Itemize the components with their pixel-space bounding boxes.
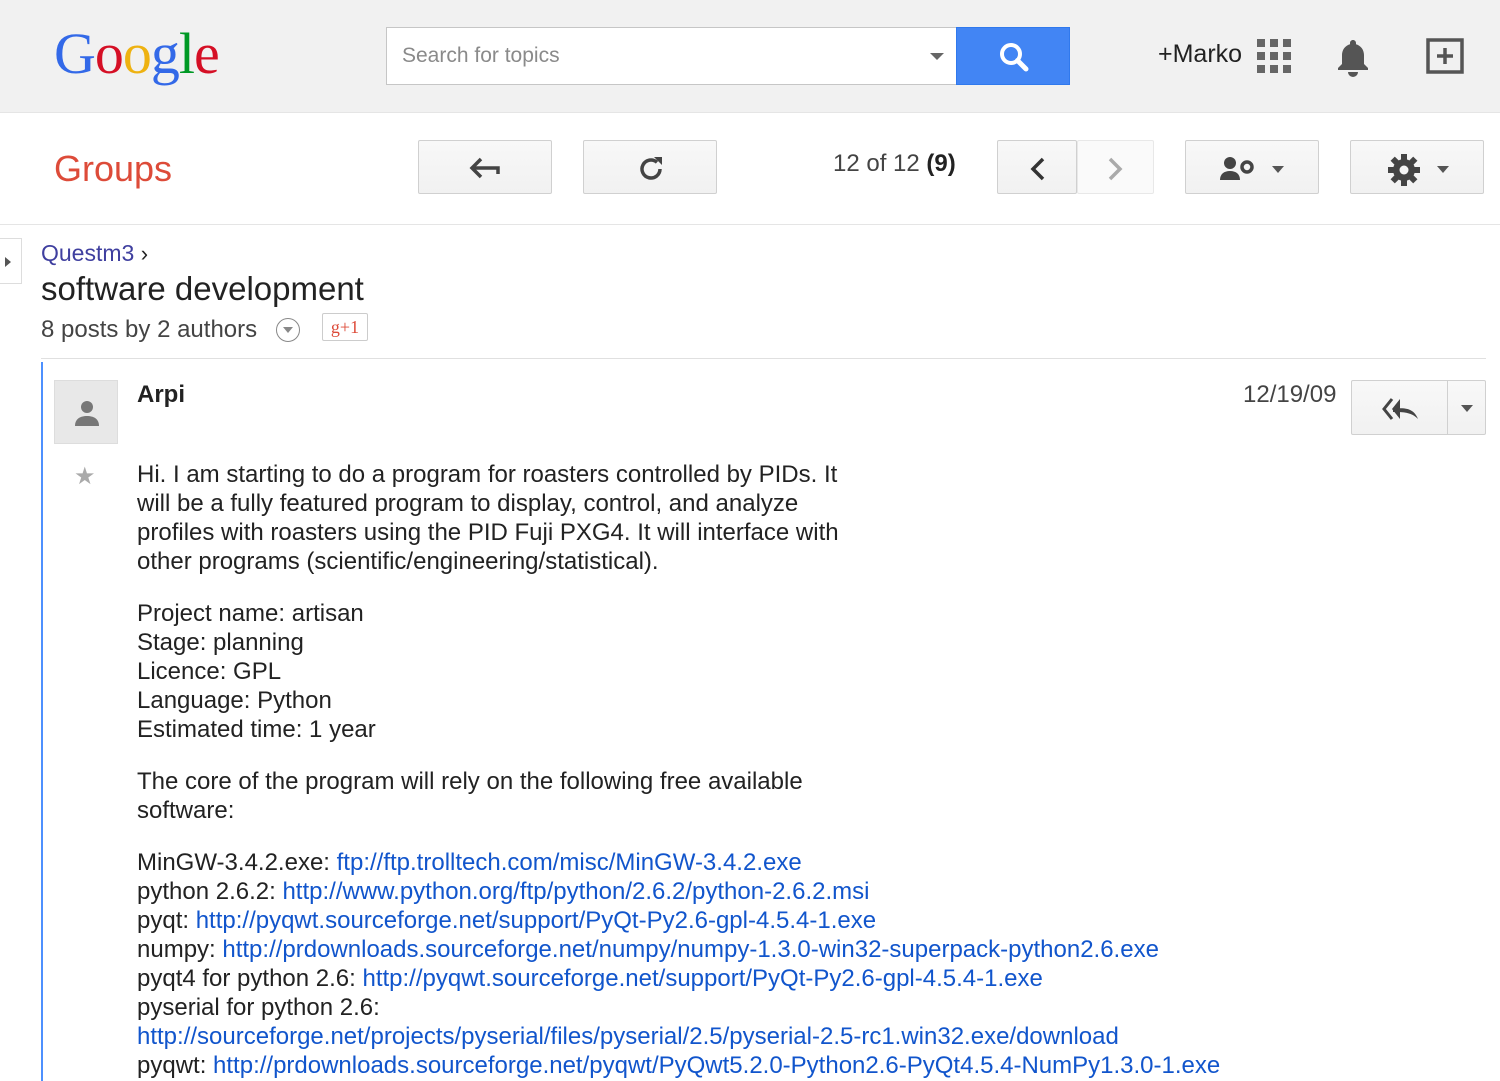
software-name: pyserial for python 2.6: [137, 994, 380, 1021]
star-icon[interactable]: ★ [74, 462, 96, 491]
software-link-row: numpy: http://prdownloads.sourceforge.ne… [137, 935, 1477, 964]
next-topic-button[interactable] [1077, 140, 1154, 194]
download-link[interactable]: http://prdownloads.sourceforge.net/numpy… [222, 936, 1159, 963]
breadcrumb: Questm3 › [41, 240, 148, 267]
detail-line: Project name: artisan [137, 600, 364, 627]
post-divider [41, 358, 1486, 359]
software-name: numpy: [137, 936, 223, 963]
post-text-line: The core of the program will rely on the… [137, 768, 803, 795]
software-name: MinGW-3.4.2.exe: [137, 849, 337, 876]
download-link[interactable]: ftp://ftp.trolltech.com/misc/MinGW-3.4.2… [337, 849, 802, 876]
logo-letter: o [94, 21, 124, 86]
people-settings-icon [1220, 157, 1254, 180]
membership-settings-button[interactable] [1185, 140, 1319, 194]
post-text-line: software: [137, 797, 235, 824]
expand-arrow-icon [5, 257, 11, 267]
search-button[interactable] [956, 27, 1070, 85]
gear-icon [1388, 154, 1420, 186]
post-body: Hi. I am starting to do a program for ro… [137, 460, 1477, 1081]
sidebar-toggle[interactable] [0, 238, 22, 284]
google-logo[interactable]: Google [54, 21, 220, 86]
selected-post-indicator [41, 362, 43, 1081]
previous-topic-button[interactable] [997, 140, 1077, 194]
share-box-icon[interactable] [1424, 36, 1466, 76]
topic-counter: 12 of 12 (9) [833, 150, 956, 178]
authors-dropdown[interactable] [276, 318, 300, 342]
reply-button-group [1351, 380, 1486, 435]
logo-letter: G [54, 21, 96, 86]
project-details: Project name: artisan Stage: planning Li… [137, 599, 1477, 744]
software-link-row: pyqt: http://pyqwt.sourceforge.net/suppo… [137, 906, 1477, 935]
topic-title: software development [41, 270, 364, 307]
core-software-intro: The core of the program will rely on the… [137, 767, 1477, 825]
reply-group-separator [1447, 381, 1448, 434]
post-text-line: other programs (scientific/engineering/s… [137, 548, 659, 575]
chevron-down-icon [1437, 166, 1449, 173]
software-link-row: pyserial for python 2.6: [137, 993, 1477, 1022]
software-links: MinGW-3.4.2.exe: ftp://ftp.trolltech.com… [137, 848, 1477, 1080]
software-link-row: pyqt4 for python 2.6: http://pyqwt.sourc… [137, 964, 1477, 993]
user-profile-link[interactable]: +Marko [1158, 40, 1242, 69]
logo-letter: o [122, 21, 152, 86]
search-icon [1000, 43, 1029, 72]
search-options-dropdown[interactable] [930, 53, 944, 60]
post-text-line: will be a fully featured program to disp… [137, 490, 799, 517]
back-button[interactable] [418, 140, 552, 194]
detail-line: Language: Python [137, 687, 332, 714]
detail-line: Licence: GPL [137, 658, 282, 685]
counter-text: 12 of 12 [833, 150, 920, 177]
software-name: pyqt4 for python 2.6: [137, 965, 363, 992]
software-link-row: pyqwt: http://prdownloads.sourceforge.ne… [137, 1051, 1477, 1080]
breadcrumb-separator: › [140, 241, 149, 266]
bell-icon[interactable] [1335, 37, 1371, 77]
chevron-down-icon [283, 327, 293, 333]
breadcrumb-group-link[interactable]: Questm3 [41, 240, 134, 266]
chevron-left-icon [1030, 157, 1045, 181]
reply-all-icon[interactable] [1382, 397, 1420, 421]
header-divider [0, 224, 1500, 225]
search-input[interactable] [387, 28, 917, 84]
groups-title[interactable]: Groups [54, 148, 172, 190]
top-bar: Google +Marko [0, 0, 1500, 113]
software-link-row: MinGW-3.4.2.exe: ftp://ftp.trolltech.com… [137, 848, 1477, 877]
chevron-down-icon[interactable] [1461, 405, 1473, 413]
unread-count: (9) [926, 150, 956, 177]
logo-letter: g [150, 21, 180, 86]
plusone-button[interactable]: g+1 [322, 313, 368, 341]
download-link[interactable]: http://pyqwt.sourceforge.net/support/PyQ… [196, 907, 876, 934]
detail-line: Estimated time: 1 year [137, 716, 376, 743]
software-link-row: http://sourceforge.net/projects/pyserial… [137, 1022, 1477, 1051]
logo-letter: e [194, 21, 220, 86]
detail-line: Stage: planning [137, 629, 304, 656]
avatar[interactable] [54, 380, 118, 444]
post-intro: Hi. I am starting to do a program for ro… [137, 460, 1477, 576]
software-link-row: python 2.6.2: http://www.python.org/ftp/… [137, 877, 1477, 906]
chevron-down-icon [1272, 166, 1284, 173]
post-text-line: profiles with roasters using the PID Fuj… [137, 519, 839, 546]
software-name: pyqwt: [137, 1052, 214, 1079]
refresh-button[interactable] [583, 140, 717, 194]
apps-icon[interactable] [1257, 39, 1291, 73]
back-arrow-icon [469, 157, 500, 179]
topic-meta: 8 posts by 2 authors [41, 316, 258, 343]
download-link[interactable]: http://www.python.org/ftp/python/2.6.2/p… [282, 878, 869, 905]
chevron-right-icon [1108, 157, 1123, 181]
search-box [386, 27, 956, 85]
post-text-line: Hi. I am starting to do a program for ro… [137, 461, 838, 488]
download-link[interactable]: http://prdownloads.sourceforge.net/pyqwt… [213, 1052, 1220, 1079]
logo-letter: l [178, 21, 195, 86]
download-link[interactable]: http://pyqwt.sourceforge.net/support/PyQ… [362, 965, 1042, 992]
post-author[interactable]: Arpi [137, 381, 185, 409]
software-name: pyqt: [137, 907, 196, 934]
download-link[interactable]: http://sourceforge.net/projects/pyserial… [137, 1023, 1119, 1050]
refresh-icon [640, 157, 662, 180]
post-date: 12/19/09 [1243, 381, 1337, 408]
person-icon [75, 401, 99, 426]
software-name: python 2.6.2: [137, 878, 283, 905]
settings-button[interactable] [1350, 140, 1484, 194]
